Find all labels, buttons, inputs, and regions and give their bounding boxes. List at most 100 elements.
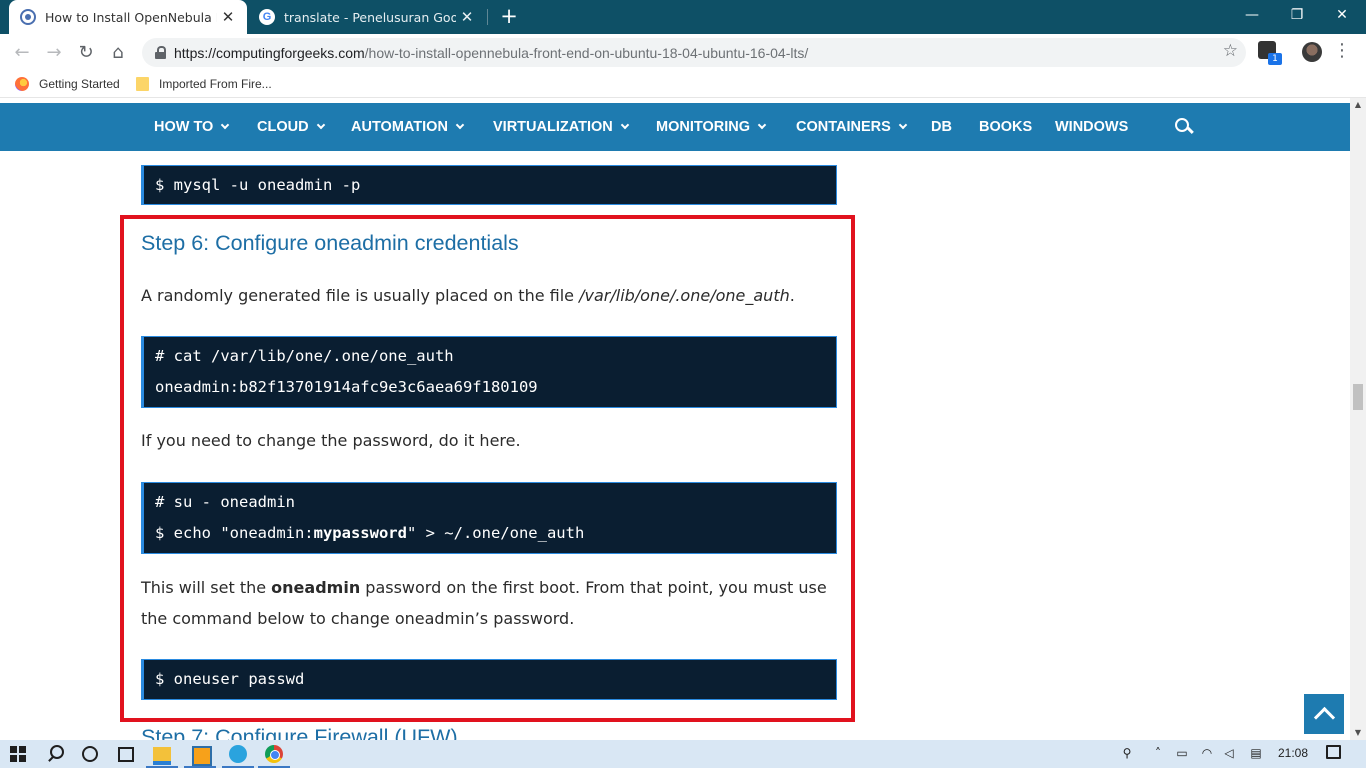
scroll-up-icon[interactable]: ▲ xyxy=(1350,98,1366,112)
nav-label: VIRTUALIZATION xyxy=(493,119,613,135)
code-line: $ oneuser passwd xyxy=(155,670,305,688)
browser-toolbar: ← → ↻ ⌂ https://computingforgeeks.com/ho… xyxy=(0,34,1366,70)
browser-titlebar: How to Install OpenNebula Front ✕ G tran… xyxy=(0,0,1366,34)
bookmark-label: Getting Started xyxy=(39,77,120,91)
telegram-icon[interactable] xyxy=(228,744,248,764)
code-part: $ echo "oneadmin: xyxy=(155,524,314,542)
chevron-down-icon xyxy=(620,120,629,130)
taskbar-clock[interactable]: 21:08 xyxy=(1278,746,1308,760)
chevron-down-icon xyxy=(221,120,230,130)
task-view-icon[interactable] xyxy=(116,744,136,764)
bookmark-getting-started[interactable]: Getting Started xyxy=(15,76,120,92)
bookmarks-bar: Getting Started Imported From Fire... xyxy=(0,70,1366,98)
para-text: This will set the xyxy=(141,578,272,597)
lock-icon[interactable] xyxy=(155,46,166,59)
minimize-icon[interactable]: — xyxy=(1230,0,1274,30)
profile-avatar[interactable] xyxy=(1302,42,1322,62)
nav-label: CLOUD xyxy=(257,119,309,135)
nav-windows[interactable]: WINDOWS xyxy=(1055,103,1128,151)
nav-containers[interactable]: CONTAINERS xyxy=(796,103,908,151)
site-nav: HOW TO CLOUD AUTOMATION VIRTUALIZATION M… xyxy=(0,103,1350,151)
bookmark-imported-folder[interactable]: Imported From Fire... xyxy=(136,76,272,92)
chevron-up-icon[interactable]: ˄ xyxy=(1151,746,1165,760)
keyboard-icon[interactable]: ▤ xyxy=(1249,746,1263,760)
nav-virtualization[interactable]: VIRTUALIZATION xyxy=(493,103,629,151)
back-to-top-button[interactable] xyxy=(1304,694,1344,734)
new-tab-icon[interactable]: + xyxy=(498,5,520,29)
url-path: /how-to-install-opennebula-front-end-on-… xyxy=(364,44,809,61)
tab-google[interactable]: G translate - Penelusuran Google ✕ xyxy=(250,0,486,34)
chevron-down-icon xyxy=(757,120,767,130)
paragraph-change-password: If you need to change the password, do i… xyxy=(141,431,521,450)
tab-title: translate - Penelusuran Google xyxy=(284,9,456,25)
url-host: https://computingforgeeks.com xyxy=(174,44,365,61)
para-text: A randomly generated file is usually pla… xyxy=(141,286,580,305)
chevron-down-icon xyxy=(898,120,908,130)
code-block-mysql: $ mysql -u oneadmin -p xyxy=(141,165,837,205)
search-icon[interactable] xyxy=(1175,118,1193,136)
nav-label: WINDOWS xyxy=(1055,119,1129,135)
tab-separator xyxy=(487,9,488,25)
home-icon[interactable]: ⌂ xyxy=(104,38,132,66)
step7-heading: Step 7: Configure Firewall (UFW) xyxy=(141,725,458,740)
bookmark-label: Imported From Fire... xyxy=(159,77,272,91)
firefox-icon xyxy=(15,77,29,91)
paragraph-first-boot: This will set the oneadmin password on t… xyxy=(141,572,841,634)
windows-taskbar: ⚲ ˄ ▭ ◠ ◁ ▤ 21:08 xyxy=(0,740,1366,768)
close-tab-icon[interactable]: ✕ xyxy=(217,6,239,28)
app-icon[interactable] xyxy=(190,744,212,766)
file-explorer-icon[interactable] xyxy=(152,744,172,765)
scroll-thumb[interactable] xyxy=(1353,384,1363,410)
nav-label: HOW TO xyxy=(154,119,214,135)
chrome-icon[interactable] xyxy=(264,744,284,764)
code-line: # cat /var/lib/one/.one/one_auth xyxy=(155,347,454,365)
forward-icon[interactable]: → xyxy=(40,38,68,66)
windows-start-icon[interactable] xyxy=(10,744,30,764)
nav-label: MONITORING xyxy=(656,119,750,135)
reload-icon[interactable]: ↻ xyxy=(72,38,100,66)
code-block-su: # su - oneadmin $ echo "oneadmin:mypassw… xyxy=(141,482,837,554)
folder-icon xyxy=(136,77,149,91)
back-icon[interactable]: ← xyxy=(8,38,36,66)
nav-monitoring[interactable]: MONITORING xyxy=(656,103,767,151)
nav-cloud[interactable]: CLOUD xyxy=(257,103,325,151)
para-bold: oneadmin xyxy=(271,578,361,597)
volume-icon[interactable]: ◁ xyxy=(1222,746,1236,760)
code-part-bold: mypassword xyxy=(313,524,407,542)
cortana-icon[interactable] xyxy=(80,744,100,764)
notification-icon[interactable] xyxy=(1326,745,1341,759)
nav-label: DB xyxy=(931,119,952,135)
search-icon[interactable] xyxy=(46,744,66,764)
code-part: " > ~/.one/one_auth xyxy=(406,524,585,542)
restore-icon[interactable]: ❐ xyxy=(1275,0,1319,30)
code-line: $ echo "oneadmin:mypassword" > ~/.one/on… xyxy=(155,518,836,549)
close-tab-icon[interactable]: ✕ xyxy=(456,6,478,28)
code-line: $ mysql -u oneadmin -p xyxy=(155,176,361,194)
para-text-end: . xyxy=(789,286,795,305)
page-scrollbar[interactable]: ▲ ▼ xyxy=(1350,98,1366,740)
code-line: oneadmin:b82f13701914afc9e3c6aea69f18010… xyxy=(155,378,538,396)
code-line: # su - oneadmin xyxy=(155,493,295,511)
chevron-down-icon xyxy=(455,120,465,130)
step6-heading: Step 6: Configure oneadmin credentials xyxy=(141,231,519,255)
google-favicon-icon: G xyxy=(259,9,275,25)
tab-active[interactable]: How to Install OpenNebula Front ✕ xyxy=(9,0,247,34)
bookmark-star-icon[interactable]: ☆ xyxy=(1223,41,1238,61)
nav-automation[interactable]: AUTOMATION xyxy=(351,103,465,151)
battery-icon[interactable]: ▭ xyxy=(1175,746,1189,760)
tab-title: How to Install OpenNebula Front xyxy=(45,9,217,25)
browser-menu-icon[interactable]: ⋮ xyxy=(1332,40,1352,64)
nav-db[interactable]: DB xyxy=(931,103,952,151)
scroll-down-icon[interactable]: ▼ xyxy=(1350,726,1366,740)
nav-label: BOOKS xyxy=(979,119,1033,135)
wifi-icon[interactable]: ◠ xyxy=(1200,746,1214,760)
close-window-icon[interactable]: ✕ xyxy=(1320,0,1364,30)
address-bar[interactable]: https://computingforgeeks.com/how-to-ins… xyxy=(142,38,1246,67)
code-block-auth: # cat /var/lib/one/.one/one_auth oneadmi… xyxy=(141,336,837,408)
nav-how-to[interactable]: HOW TO xyxy=(154,103,230,151)
people-icon[interactable]: ⚲ xyxy=(1120,746,1134,760)
file-path: /var/lib/one/.one/one_auth xyxy=(579,286,790,305)
nav-books[interactable]: BOOKS xyxy=(979,103,1032,151)
nav-label: CONTAINERS xyxy=(796,119,891,135)
code-block-passwd: $ oneuser passwd xyxy=(141,659,837,700)
